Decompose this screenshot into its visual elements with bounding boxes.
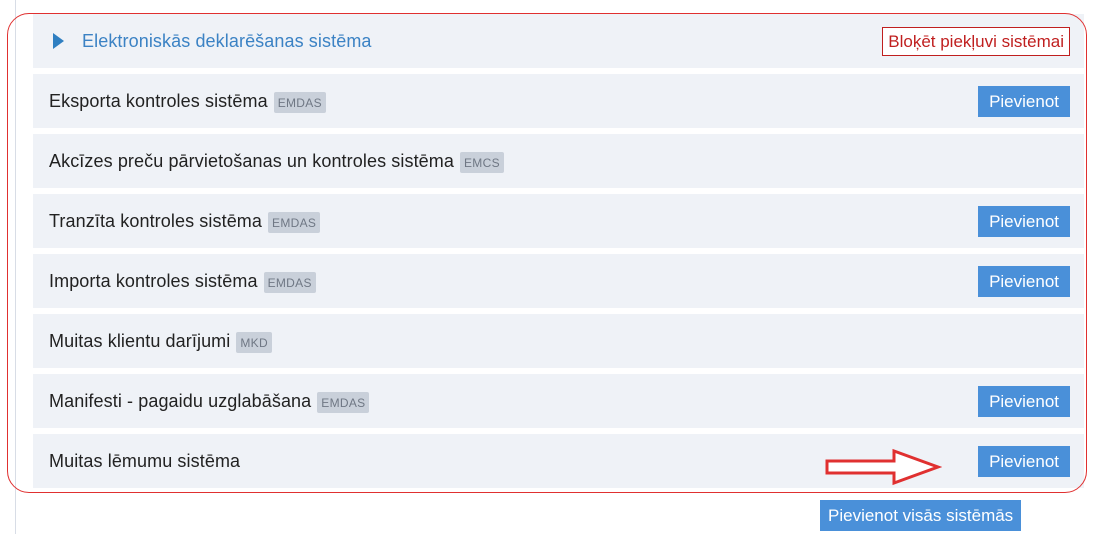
- add-button[interactable]: Pievienot: [978, 385, 1070, 417]
- add-button[interactable]: Pievienot: [978, 265, 1070, 297]
- system-badge: EMDAS: [268, 211, 321, 233]
- add-button[interactable]: Pievienot: [978, 85, 1070, 117]
- system-name: Manifesti - pagaidu uzglabāšana: [49, 390, 312, 411]
- system-badge: EMCS: [460, 151, 504, 173]
- system-row-left: Tranzīta kontroles sistēma EMDAS: [49, 210, 321, 233]
- system-name: Tranzīta kontroles sistēma: [49, 210, 263, 231]
- system-row: Tranzīta kontroles sistēma EMDAS Pievien…: [33, 194, 1084, 248]
- system-row-left: Muitas klientu darījumi MKD: [49, 330, 272, 353]
- add-button[interactable]: Pievienot: [978, 205, 1070, 237]
- system-badge: EMDAS: [273, 91, 326, 113]
- system-name: Eksporta kontroles sistēma: [49, 90, 268, 111]
- system-row: Importa kontroles sistēma EMDAS Pievieno…: [33, 254, 1084, 308]
- block-access-button[interactable]: Bloķēt piekļuvi sistēmai: [882, 26, 1070, 56]
- systems-panel: Elektroniskās deklarēšanas sistēma Bloķē…: [33, 14, 1084, 494]
- system-row: Akcīzes preču pārvietošanas un kontroles…: [33, 134, 1084, 188]
- system-row: Muitas klientu darījumi MKD: [33, 314, 1084, 368]
- system-row-left: Importa kontroles sistēma EMDAS: [49, 270, 316, 293]
- system-row-left: Eksporta kontroles sistēma EMDAS: [49, 90, 326, 113]
- header-left: Elektroniskās deklarēšanas sistēma: [49, 31, 372, 52]
- system-name: Akcīzes preču pārvietošanas un kontroles…: [49, 150, 454, 171]
- annotation-arrow-icon: [825, 448, 942, 486]
- header-title[interactable]: Elektroniskās deklarēšanas sistēma: [82, 31, 372, 52]
- system-row-left: Manifesti - pagaidu uzglabāšana EMDAS: [49, 390, 370, 413]
- system-name: Muitas klientu darījumi: [49, 330, 231, 351]
- system-badge: MKD: [236, 331, 272, 353]
- system-name: Importa kontroles sistēma: [49, 270, 258, 291]
- system-row: Eksporta kontroles sistēma EMDAS Pievien…: [33, 74, 1084, 128]
- expand-triangle-icon[interactable]: [53, 33, 64, 49]
- system-row-left: Akcīzes preču pārvietošanas un kontroles…: [49, 150, 504, 173]
- system-row: Manifesti - pagaidu uzglabāšana EMDAS Pi…: [33, 374, 1084, 428]
- system-badge: EMDAS: [317, 391, 370, 413]
- system-name: Muitas lēmumu sistēma: [49, 450, 241, 471]
- left-divider: [15, 0, 16, 534]
- add-all-systems-button[interactable]: Pievienot visās sistēmās: [820, 500, 1022, 531]
- add-button[interactable]: Pievienot: [978, 445, 1070, 477]
- system-row-left: Muitas lēmumu sistēma: [49, 451, 240, 472]
- header-row[interactable]: Elektroniskās deklarēšanas sistēma Bloķē…: [33, 14, 1084, 68]
- system-badge: EMDAS: [263, 271, 316, 293]
